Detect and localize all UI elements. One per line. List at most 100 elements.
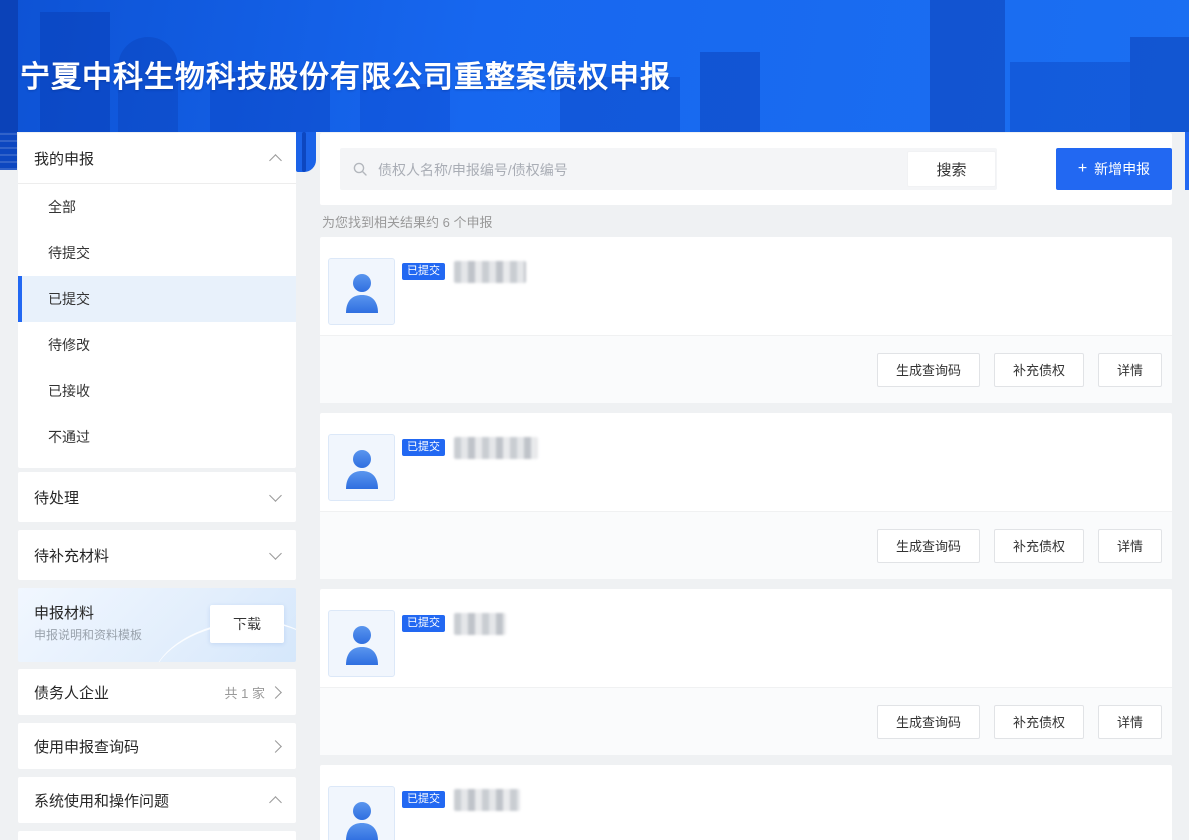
banner-edge-decoration: [296, 132, 316, 172]
materials-subtitle: 申报说明和资料模板: [34, 626, 142, 643]
claim-declaration-page: 宁夏中科生物科技股份有限公司重整案债权申报 我的申报 全部 待提交 已提交 待修…: [0, 0, 1189, 840]
avatar: [328, 258, 395, 325]
download-button[interactable]: 下载: [210, 605, 284, 643]
card-footer: 生成查询码 补充债权 详情: [320, 511, 1172, 579]
sidebar-section-my-declarations[interactable]: 我的申报: [18, 133, 296, 184]
sidebar-section-label: 我的申报: [34, 148, 94, 169]
card-footer: 生成查询码 补充债权 详情: [320, 687, 1172, 755]
avatar: [328, 786, 395, 840]
avatar: [328, 434, 395, 501]
sidebar-section-supplement[interactable]: 待补充材料: [18, 530, 296, 580]
sidebar-section-pending[interactable]: 待处理: [18, 472, 296, 522]
debtor-count-text: 共 1 家: [225, 683, 265, 702]
scrollbar-thumb[interactable]: [1185, 132, 1189, 190]
chevron-down-icon: [269, 489, 282, 502]
building-shape: [700, 52, 760, 132]
sidebar-panel-clipped: [18, 831, 296, 840]
declaration-card: 已提交 生成查询码 补充债权 详情: [320, 589, 1172, 755]
sidebar-panel-query-code: 使用申报查询码: [18, 723, 296, 769]
supplement-claim-button[interactable]: 补充债权: [994, 705, 1084, 739]
status-badge: 已提交: [402, 263, 445, 280]
card-body: 已提交: [320, 589, 1172, 687]
chevron-up-icon: [269, 154, 282, 167]
redacted-creditor-name: [454, 613, 506, 635]
sidebar: 我的申报 全部 待提交 已提交 待修改 已接收 不通过: [18, 133, 296, 840]
declaration-card: 已提交 生成查询码 补充债权 详情: [320, 413, 1172, 579]
building-shape: [930, 0, 1005, 132]
card-body: 已提交: [320, 413, 1172, 511]
materials-title: 申报材料: [34, 602, 94, 623]
person-icon: [343, 799, 381, 840]
search-icon: [352, 161, 368, 177]
sidebar-panel-debtor: 债务人企业 共 1 家: [18, 669, 296, 715]
card-body: 已提交: [320, 237, 1172, 335]
supplement-claim-button[interactable]: 补充债权: [994, 353, 1084, 387]
add-declaration-label: 新增申报: [1094, 159, 1150, 179]
debtor-count: 共 1 家: [225, 683, 280, 702]
redacted-creditor-name: [454, 437, 538, 459]
header-banner: 宁夏中科生物科技股份有限公司重整案债权申报: [0, 0, 1189, 132]
declaration-materials-card: 申报材料 申报说明和资料模板 下载: [18, 588, 296, 662]
sidebar-item-label: 全部: [48, 197, 76, 217]
building-shape: [0, 0, 18, 132]
status-badge: 已提交: [402, 615, 445, 632]
status-badge: 已提交: [402, 791, 445, 808]
add-declaration-button[interactable]: + 新增申报: [1056, 148, 1172, 190]
sidebar-section-label: 待处理: [34, 487, 79, 508]
search-button[interactable]: 搜索: [907, 151, 996, 187]
main-content: 搜索 + 新增申报 为您找到相关结果约 6 个申报 已提交: [320, 133, 1172, 840]
sidebar-item-label: 系统使用和操作问题: [34, 790, 169, 811]
sidebar-item-to-modify[interactable]: 待修改: [18, 322, 296, 368]
generate-query-code-button[interactable]: 生成查询码: [877, 705, 980, 739]
sidebar-item-received[interactable]: 已接收: [18, 368, 296, 414]
sidebar-section-label: 待补充材料: [34, 545, 109, 566]
sidebar-item-label: 待提交: [48, 243, 90, 263]
sidebar-item-system-faq[interactable]: 系统使用和操作问题: [18, 777, 296, 823]
declaration-card: 已提交 生成查询码 补充债权 详情: [320, 765, 1172, 840]
search-box: 搜索: [340, 148, 997, 190]
search-panel: 搜索 + 新增申报: [320, 133, 1172, 205]
declaration-card: 已提交 生成查询码 补充债权 详情: [320, 237, 1172, 403]
redacted-creditor-name: [454, 261, 526, 283]
sidebar-item-label: 不通过: [48, 427, 90, 447]
generate-query-code-button[interactable]: 生成查询码: [877, 529, 980, 563]
sidebar-item-label: 已提交: [48, 289, 90, 309]
sidebar-item-debtor-company[interactable]: 债务人企业 共 1 家: [18, 669, 296, 715]
details-button[interactable]: 详情: [1098, 529, 1162, 563]
sidebar-item-query-code[interactable]: 使用申报查询码: [18, 723, 296, 769]
status-badge: 已提交: [402, 439, 445, 456]
building-shape: [1130, 37, 1189, 132]
banner-edge-decoration: [0, 132, 17, 170]
chevron-down-icon: [269, 547, 282, 560]
redacted-creditor-name: [454, 789, 520, 811]
details-button[interactable]: 详情: [1098, 705, 1162, 739]
avatar: [328, 610, 395, 677]
sidebar-panel-faq: 系统使用和操作问题: [18, 777, 296, 823]
generate-query-code-button[interactable]: 生成查询码: [877, 353, 980, 387]
building-shape: [1010, 62, 1130, 132]
person-icon: [343, 271, 381, 313]
page-title: 宁夏中科生物科技股份有限公司重整案债权申报: [20, 52, 671, 96]
person-icon: [343, 447, 381, 489]
sidebar-item-all[interactable]: 全部: [18, 184, 296, 230]
sidebar-item-label: 待修改: [48, 335, 90, 355]
plus-icon: +: [1078, 161, 1087, 177]
search-input[interactable]: [376, 149, 860, 191]
sidebar-panel-pending: 待处理: [18, 472, 296, 522]
sidebar-item-label: 使用申报查询码: [34, 736, 139, 757]
sidebar-item-label: 已接收: [48, 381, 90, 401]
supplement-claim-button[interactable]: 补充债权: [994, 529, 1084, 563]
person-icon: [343, 623, 381, 665]
sidebar-item-to-submit[interactable]: 待提交: [18, 230, 296, 276]
sidebar-panel-my-declarations: 我的申报 全部 待提交 已提交 待修改 已接收 不通过: [18, 133, 296, 468]
chevron-right-icon: [269, 686, 282, 699]
card-footer: 生成查询码 补充债权 详情: [320, 335, 1172, 403]
sidebar-panel-supplement: 待补充材料: [18, 530, 296, 580]
chevron-right-icon: [269, 740, 282, 753]
details-button[interactable]: 详情: [1098, 353, 1162, 387]
chevron-up-icon: [269, 796, 282, 809]
result-summary: 为您找到相关结果约 6 个申报: [322, 212, 492, 231]
sidebar-item-label: 债务人企业: [34, 682, 109, 703]
sidebar-item-submitted[interactable]: 已提交: [18, 276, 296, 322]
sidebar-item-rejected[interactable]: 不通过: [18, 414, 296, 460]
